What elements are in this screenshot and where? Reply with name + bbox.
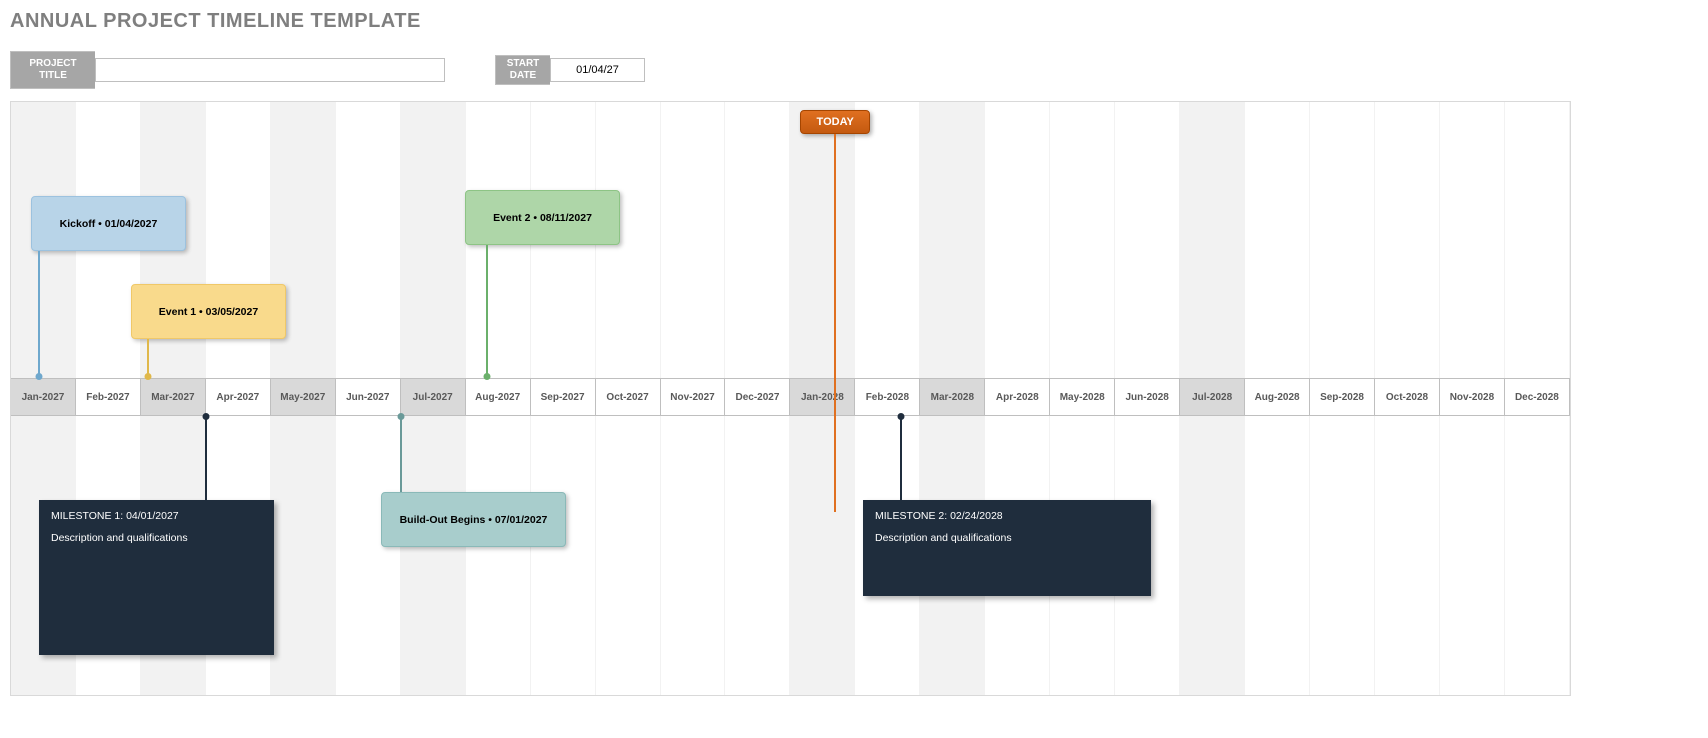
start-date-field: START DATE xyxy=(495,51,645,89)
month-cell: Dec-2028 xyxy=(1505,379,1570,415)
project-title-label: PROJECT TITLE xyxy=(10,51,95,89)
project-title-field: PROJECT TITLE xyxy=(10,51,445,89)
month-axis: Jan-2027Feb-2027Mar-2027Apr-2027May-2027… xyxy=(11,378,1570,416)
event-box[interactable]: Build-Out Begins • 07/01/2027 xyxy=(381,492,566,547)
month-cell: Jul-2028 xyxy=(1180,379,1245,415)
today-line xyxy=(834,134,836,512)
start-date-input[interactable] xyxy=(550,58,645,82)
start-date-label: START DATE xyxy=(495,55,550,85)
milestone-box[interactable]: MILESTONE 2: 02/24/2028 Description and q… xyxy=(863,500,1151,596)
start-date-label-line1: START xyxy=(507,58,540,70)
page-title: ANNUAL PROJECT TIMELINE TEMPLATE xyxy=(10,10,1698,33)
month-cell: Apr-2027 xyxy=(206,379,271,415)
milestone-box[interactable]: MILESTONE 1: 04/01/2027 Description and q… xyxy=(39,500,274,655)
project-title-input[interactable] xyxy=(95,58,445,82)
month-cell: Jan-2028 xyxy=(790,379,855,415)
event-box[interactable]: Event 2 • 08/11/2027 xyxy=(465,190,620,245)
today-marker: TODAY xyxy=(800,110,870,134)
milestone-description: Description and qualifications xyxy=(51,532,262,544)
milestone-description: Description and qualifications xyxy=(875,532,1139,544)
milestone-title: MILESTONE 1: 04/01/2027 xyxy=(51,510,262,522)
month-cell: Aug-2028 xyxy=(1245,379,1310,415)
month-cell: Aug-2027 xyxy=(466,379,531,415)
month-cell: Jun-2027 xyxy=(336,379,401,415)
month-cell: May-2027 xyxy=(271,379,336,415)
month-cell: Jan-2027 xyxy=(11,379,76,415)
milestone-title: MILESTONE 2: 02/24/2028 xyxy=(875,510,1139,522)
month-cell: Sep-2028 xyxy=(1310,379,1375,415)
month-cell: Nov-2027 xyxy=(661,379,726,415)
month-cell: Apr-2028 xyxy=(985,379,1050,415)
month-cell: Feb-2027 xyxy=(76,379,141,415)
event-box[interactable]: Kickoff • 01/04/2027 xyxy=(31,196,186,251)
start-date-label-line2: DATE xyxy=(510,70,536,82)
month-cell: Oct-2028 xyxy=(1375,379,1440,415)
month-cell: Mar-2028 xyxy=(920,379,985,415)
month-cell: Nov-2028 xyxy=(1440,379,1505,415)
timeline-chart: Jan-2027Feb-2027Mar-2027Apr-2027May-2027… xyxy=(10,101,1571,696)
month-cell: Jun-2028 xyxy=(1115,379,1180,415)
month-cell: Sep-2027 xyxy=(531,379,596,415)
month-cell: Oct-2027 xyxy=(596,379,661,415)
event-box[interactable]: Event 1 • 03/05/2027 xyxy=(131,284,286,339)
month-cell: Feb-2028 xyxy=(855,379,920,415)
month-cell: Mar-2027 xyxy=(141,379,206,415)
month-cell: Jul-2027 xyxy=(401,379,466,415)
header-row: PROJECT TITLE START DATE xyxy=(10,51,1698,89)
month-cell: May-2028 xyxy=(1050,379,1115,415)
month-cell: Dec-2027 xyxy=(725,379,790,415)
